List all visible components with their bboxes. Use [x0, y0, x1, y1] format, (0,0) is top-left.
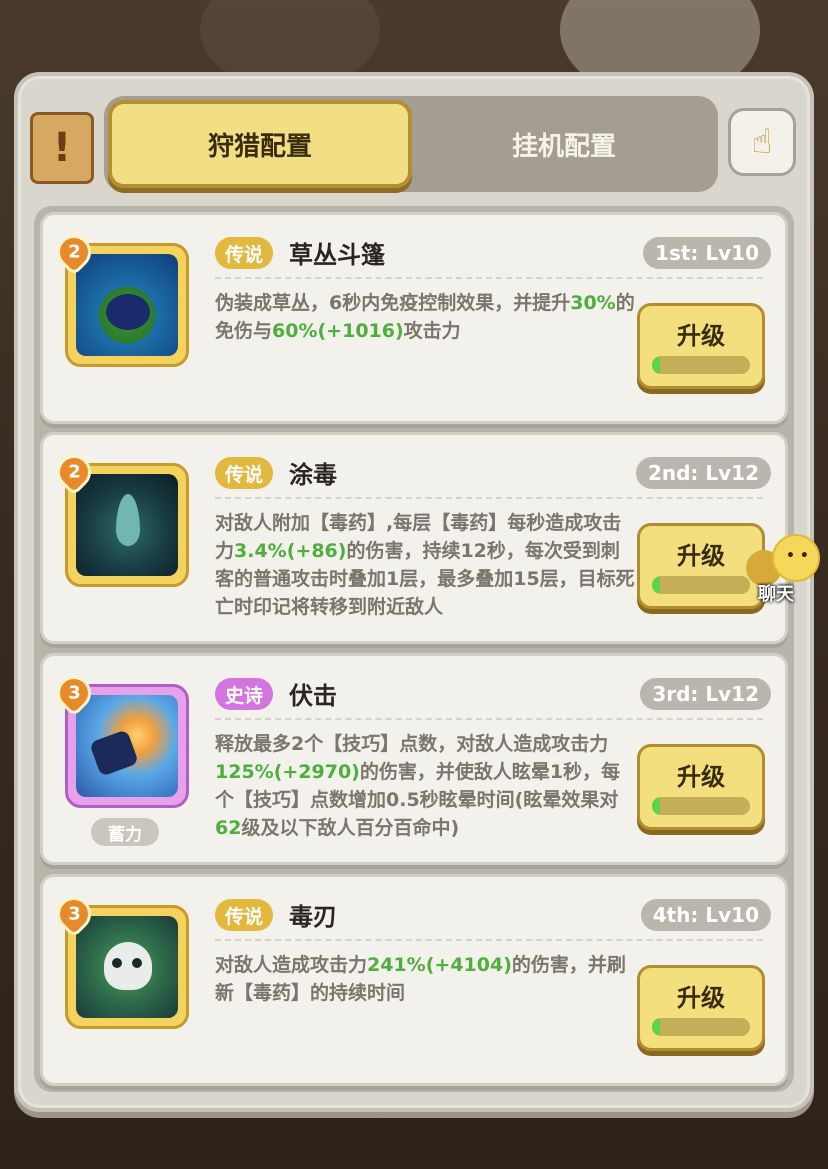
skill-description: 伪装成草丛，6秒内免疫控制效果，并提升30%的免伤与60%(+1016)攻击力	[215, 289, 635, 345]
desc-text: 对敌人造成攻击力	[215, 954, 368, 976]
slot-level: 1st: Lv10	[643, 237, 771, 269]
upgrade-label: 升级	[677, 322, 725, 350]
upgrade-button[interactable]: 升级	[637, 744, 765, 830]
config-tabs: 狩猎配置 挂机配置	[104, 96, 718, 192]
upgrade-button[interactable]: 升级	[637, 303, 765, 389]
rarity-badge: 传说	[215, 457, 274, 489]
hand-map-icon[interactable]: ☝	[728, 108, 796, 176]
charge-tag: 蓄力	[91, 818, 159, 846]
skill-description: 释放最多2个【技巧】点数，对敌人造成攻击力125%(+2970)的伤害，并使敌人…	[215, 730, 635, 842]
stat-value: 62	[215, 817, 242, 839]
divider	[215, 718, 763, 720]
skill-description: 对敌人附加【毒药】,每层【毒药】每秒造成攻击力3.4%(+86)的伤害，持续12…	[215, 509, 635, 621]
skill-name: 伏击	[289, 682, 337, 710]
rarity-badge: 传说	[215, 899, 274, 931]
skill-name: 毒刃	[289, 903, 337, 931]
upgrade-label: 升级	[677, 763, 725, 791]
poison-blade-skull-icon	[76, 916, 178, 1018]
grass-cloak-icon	[76, 254, 178, 356]
upgrade-progress-fill	[652, 797, 660, 815]
upgrade-progress-fill	[652, 576, 660, 594]
skill-card: 3 蓄力 史诗 伏击 3rd: Lv12 释放最多2个【技巧】点数，对敌人造成攻…	[40, 653, 788, 865]
upgrade-progress-bar	[652, 576, 750, 594]
divider	[215, 939, 763, 941]
skill-card: 3 传说 毒刃 4th: Lv10 对敌人造成攻击力241%(+4104)的伤害…	[40, 874, 788, 1086]
skill-description: 对敌人造成攻击力241%(+4104)的伤害，并刷新【毒药】的持续时间	[215, 951, 635, 1007]
skill-card: 2 传说 草丛斗篷 1st: Lv10 伪装成草丛，6秒内免疫控制效果，并提升3…	[40, 212, 788, 424]
rarity-badge: 史诗	[215, 678, 274, 710]
upgrade-progress-bar	[652, 356, 750, 374]
divider	[215, 277, 763, 279]
upgrade-progress-fill	[652, 356, 660, 374]
ambush-icon	[76, 695, 178, 797]
stat-value: 125%(+2970)	[215, 761, 360, 783]
desc-text: 释放最多2个【技巧】点数，对敌人造成攻击力	[215, 733, 609, 755]
desc-text: 伪装成草丛，6秒内免疫控制效果，并提升	[215, 292, 571, 314]
skill-card: 2 传说 涂毒 2nd: Lv12 对敌人附加【毒药】,每层【毒药】每秒造成攻击…	[40, 432, 788, 644]
skill-name: 草丛斗篷	[289, 241, 385, 269]
upgrade-progress-bar	[652, 1018, 750, 1036]
tab-idle-config[interactable]: 挂机配置	[414, 100, 714, 188]
skill-name: 涂毒	[289, 461, 337, 489]
upgrade-progress-fill	[652, 1018, 660, 1036]
stat-value: 30%	[570, 292, 616, 314]
upgrade-progress-bar	[652, 797, 750, 815]
stat-value: 241%(+4104)	[367, 954, 512, 976]
upgrade-label: 升级	[677, 984, 725, 1012]
scroll-icon[interactable]: !	[30, 112, 94, 184]
upgrade-button[interactable]: 升级	[637, 965, 765, 1051]
desc-text: 攻击力	[403, 320, 461, 342]
tab-hunt-config[interactable]: 狩猎配置	[108, 100, 412, 188]
chat-label: 聊天	[758, 584, 794, 605]
stat-value: 60%(+1016)	[272, 320, 404, 342]
slot-level: 2nd: Lv12	[635, 457, 771, 489]
slot-level: 3rd: Lv12	[640, 678, 771, 710]
desc-text: 级及以下敌人百分百命中)	[241, 817, 460, 839]
divider	[215, 497, 763, 499]
slot-level: 4th: Lv10	[640, 899, 771, 931]
poison-drop-icon	[76, 474, 178, 576]
rarity-badge: 传说	[215, 237, 274, 269]
stat-value: 3.4%(+86)	[234, 540, 347, 562]
chat-bubble-icon[interactable]: • • 聊天	[742, 530, 828, 610]
